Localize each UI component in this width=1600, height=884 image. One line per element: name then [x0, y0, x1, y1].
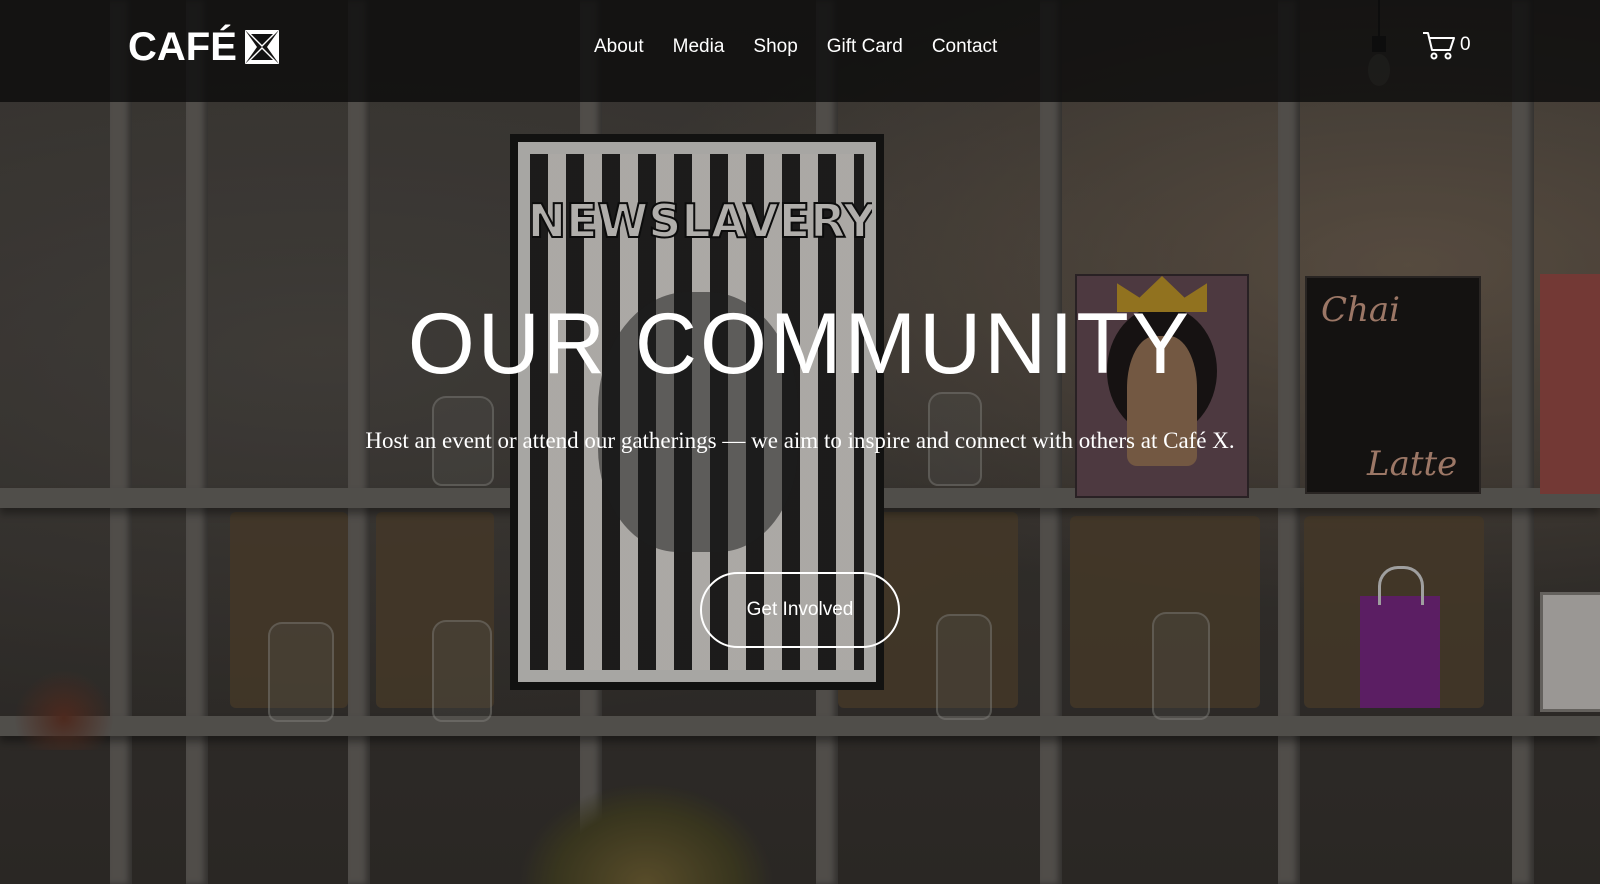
site-header: CAFÉ About Media Shop Gift Card Contact …: [0, 0, 1600, 102]
hero-title: OUR COMMUNITY: [407, 296, 1193, 392]
cart-icon: [1423, 32, 1455, 60]
site-logo[interactable]: CAFÉ: [128, 24, 281, 70]
nav-gift-card[interactable]: Gift Card: [827, 34, 903, 60]
nav-contact[interactable]: Contact: [932, 34, 997, 60]
main-nav: About Media Shop Gift Card Contact: [594, 34, 1026, 60]
hero-subtitle: Host an event or attend our gatherings —…: [365, 428, 1235, 453]
get-involved-button[interactable]: Get Involved: [700, 572, 900, 648]
cart-button[interactable]: 0: [1422, 30, 1471, 60]
nav-shop[interactable]: Shop: [753, 34, 797, 60]
nav-media[interactable]: Media: [673, 34, 725, 60]
logo-x-icon: [244, 30, 279, 64]
nav-about[interactable]: About: [594, 34, 644, 60]
logo-text: CAFÉ: [128, 24, 237, 69]
cart-count: 0: [1460, 34, 1471, 55]
